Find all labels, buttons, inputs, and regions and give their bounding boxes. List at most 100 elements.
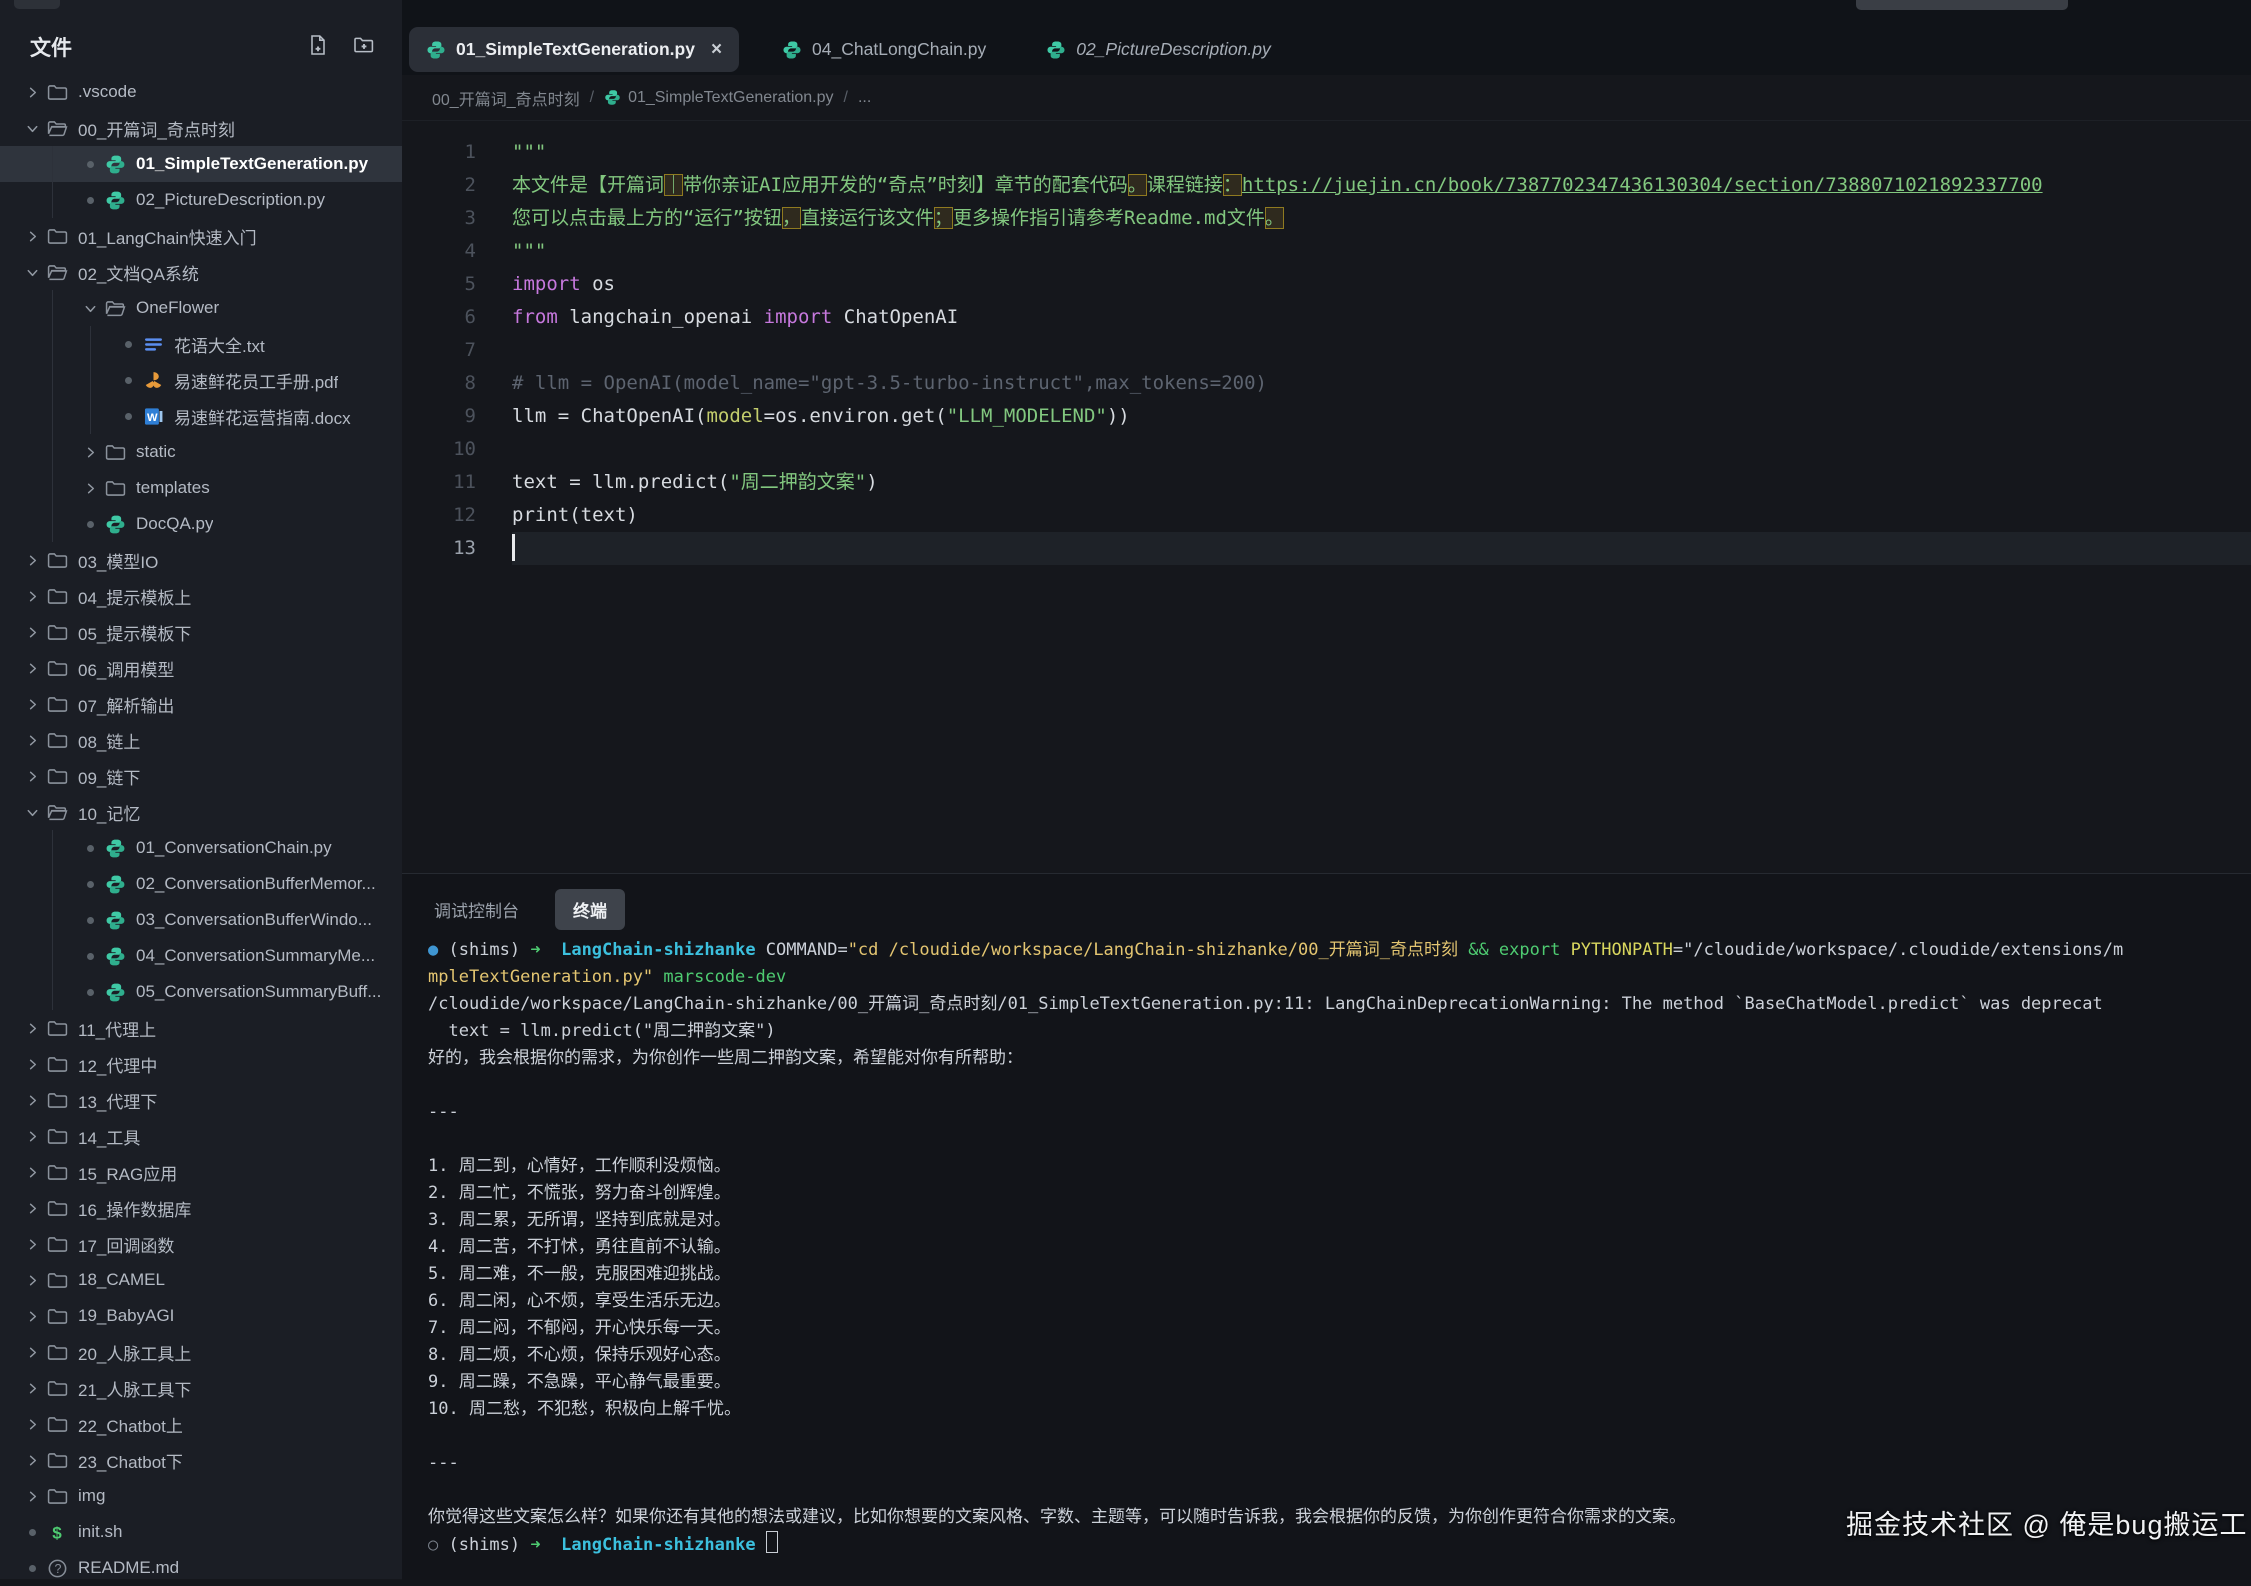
breadcrumb-folder[interactable]: 00_开篇词_奇点时刻 xyxy=(432,86,580,110)
tree-item[interactable]: 02_PictureDescription.py xyxy=(0,182,402,218)
terminal-line: 7. 周二闷，不郁闷，开心快乐每一天。 xyxy=(428,1315,2251,1342)
tree-item[interactable]: $init.sh xyxy=(0,1514,402,1550)
tree-item[interactable]: .vscode xyxy=(0,74,402,110)
chevron-down-icon[interactable] xyxy=(80,298,100,318)
editor-tab[interactable]: 04_ChatLongChain.py xyxy=(765,27,1003,72)
tree-item[interactable]: 05_提示模板下 xyxy=(0,614,402,650)
md-file-icon: ? xyxy=(47,1558,68,1579)
editor-tab[interactable]: 01_SimpleTextGeneration.py× xyxy=(409,27,739,72)
panel-tab[interactable]: 终端 xyxy=(555,889,625,930)
chevron-right-icon[interactable] xyxy=(22,766,42,786)
tree-item[interactable]: 07_解析输出 xyxy=(0,686,402,722)
chevron-down-icon[interactable] xyxy=(22,118,42,138)
chevron-right-icon[interactable] xyxy=(80,478,100,498)
tree-item[interactable]: 20_人脉工具上 xyxy=(0,1334,402,1370)
file-dot xyxy=(80,514,100,534)
tree-item[interactable]: 01_SimpleTextGeneration.py xyxy=(0,146,402,182)
editor-tab[interactable]: 02_PictureDescription.py xyxy=(1029,27,1288,72)
tree-item[interactable]: 06_调用模型 xyxy=(0,650,402,686)
code-link[interactable]: https://juejin.cn/book/73877023474361303… xyxy=(1242,174,2043,196)
tree-item[interactable]: 11_代理上 xyxy=(0,1010,402,1046)
tree-item[interactable]: 13_代理下 xyxy=(0,1082,402,1118)
tree-item[interactable]: 03_ConversationBufferWindo... xyxy=(0,902,402,938)
chevron-right-icon[interactable] xyxy=(22,1090,42,1110)
tree-item[interactable]: 00_开篇词_奇点时刻 xyxy=(0,110,402,146)
tree-item[interactable]: DocQA.py xyxy=(0,506,402,542)
tree-item[interactable]: 10_记忆 xyxy=(0,794,402,830)
tree-item[interactable]: 17_回调函数 xyxy=(0,1226,402,1262)
new-file-icon[interactable] xyxy=(306,33,330,57)
tree-item[interactable]: 01_LangChain快速入门 xyxy=(0,218,402,254)
tree-item[interactable]: 花语大全.txt xyxy=(0,326,402,362)
chevron-right-icon[interactable] xyxy=(22,1054,42,1074)
breadcrumb-file[interactable]: 01_SimpleTextGeneration.py xyxy=(628,89,833,107)
new-folder-icon[interactable] xyxy=(352,33,376,57)
tree-item[interactable]: 03_模型IO xyxy=(0,542,402,578)
chevron-right-icon[interactable] xyxy=(22,1414,42,1434)
tree-item[interactable]: 15_RAG应用 xyxy=(0,1154,402,1190)
chevron-right-icon[interactable] xyxy=(22,694,42,714)
tree-item[interactable]: static xyxy=(0,434,402,470)
line-number: 8 xyxy=(402,367,512,400)
tree-item[interactable]: 09_链下 xyxy=(0,758,402,794)
tree-item[interactable]: 23_Chatbot下 xyxy=(0,1442,402,1478)
tree-item[interactable]: OneFlower xyxy=(0,290,402,326)
breadcrumb-symbol[interactable]: ... xyxy=(858,89,871,107)
chevron-right-icon[interactable] xyxy=(22,1198,42,1218)
chevron-right-icon[interactable] xyxy=(22,1162,42,1182)
file-dot xyxy=(22,1558,42,1578)
tree-item[interactable]: 19_BabyAGI xyxy=(0,1298,402,1334)
tree-item[interactable]: ? README.md xyxy=(0,1550,402,1586)
code-text: text = llm.predict("周二押韵文案") xyxy=(512,466,878,499)
code-editor[interactable]: 1"""2本文件是【开篇词｜带你亲证AI应用开发的“奇点”时刻】章节的配套代码。… xyxy=(402,121,2251,873)
chevron-right-icon[interactable] xyxy=(22,226,42,246)
chevron-right-icon[interactable] xyxy=(22,1486,42,1506)
tree-item[interactable]: 04_ConversationSummaryMe... xyxy=(0,938,402,974)
tree-item[interactable]: 04_提示模板上 xyxy=(0,578,402,614)
tree-item[interactable]: templates xyxy=(0,470,402,506)
chevron-right-icon[interactable] xyxy=(22,1378,42,1398)
tree-item[interactable]: 21_人脉工具下 xyxy=(0,1370,402,1406)
chevron-right-icon[interactable] xyxy=(22,550,42,570)
pdf-file-icon xyxy=(143,370,164,391)
tree-item[interactable]: 01_ConversationChain.py xyxy=(0,830,402,866)
chevron-right-icon[interactable] xyxy=(80,442,100,462)
chevron-right-icon[interactable] xyxy=(22,730,42,750)
file-dot xyxy=(118,370,138,390)
tree-item[interactable]: 18_CAMEL xyxy=(0,1262,402,1298)
chevron-right-icon[interactable] xyxy=(22,1018,42,1038)
chevron-down-icon[interactable] xyxy=(22,262,42,282)
file-dot xyxy=(118,406,138,426)
chevron-right-icon[interactable] xyxy=(22,1234,42,1254)
py-file-icon xyxy=(105,910,126,931)
tree-item[interactable]: 易速鲜花员工手册.pdf xyxy=(0,362,402,398)
chevron-down-icon[interactable] xyxy=(22,802,42,822)
tree-item[interactable]: 22_Chatbot上 xyxy=(0,1406,402,1442)
tree-item[interactable]: 08_链上 xyxy=(0,722,402,758)
tree-item[interactable]: 02_ConversationBufferMemor... xyxy=(0,866,402,902)
chevron-right-icon[interactable] xyxy=(22,1342,42,1362)
chevron-right-icon[interactable] xyxy=(22,1306,42,1326)
chevron-right-icon[interactable] xyxy=(22,586,42,606)
tree-item[interactable]: 16_操作数据库 xyxy=(0,1190,402,1226)
tree-item[interactable]: 12_代理中 xyxy=(0,1046,402,1082)
tree-item-label: README.md xyxy=(78,1558,179,1578)
tree-item[interactable]: img xyxy=(0,1478,402,1514)
tree-item[interactable]: 02_文档QA系统 xyxy=(0,254,402,290)
folder-icon xyxy=(47,82,68,103)
tree-item[interactable]: W易速鲜花运营指南.docx xyxy=(0,398,402,434)
chevron-right-icon[interactable] xyxy=(22,658,42,678)
watermark: 掘金技术社区 @ 俺是bug搬运工 xyxy=(1846,1503,2247,1542)
tree-item[interactable]: 14_工具 xyxy=(0,1118,402,1154)
file-dot xyxy=(22,1522,42,1542)
panel-tab[interactable]: 调试控制台 xyxy=(434,889,519,930)
chevron-right-icon[interactable] xyxy=(22,622,42,642)
terminal-output[interactable]: ● (shims) ➜ LangChain-shizhanke COMMAND=… xyxy=(428,937,2251,1580)
chevron-right-icon[interactable] xyxy=(22,82,42,102)
chevron-right-icon[interactable] xyxy=(22,1126,42,1146)
chevron-right-icon[interactable] xyxy=(22,1270,42,1290)
chevron-right-icon[interactable] xyxy=(22,1450,42,1470)
tree-item[interactable]: 05_ConversationSummaryBuff... xyxy=(0,974,402,1010)
close-icon[interactable]: × xyxy=(711,40,722,59)
folder-icon xyxy=(47,1378,68,1399)
